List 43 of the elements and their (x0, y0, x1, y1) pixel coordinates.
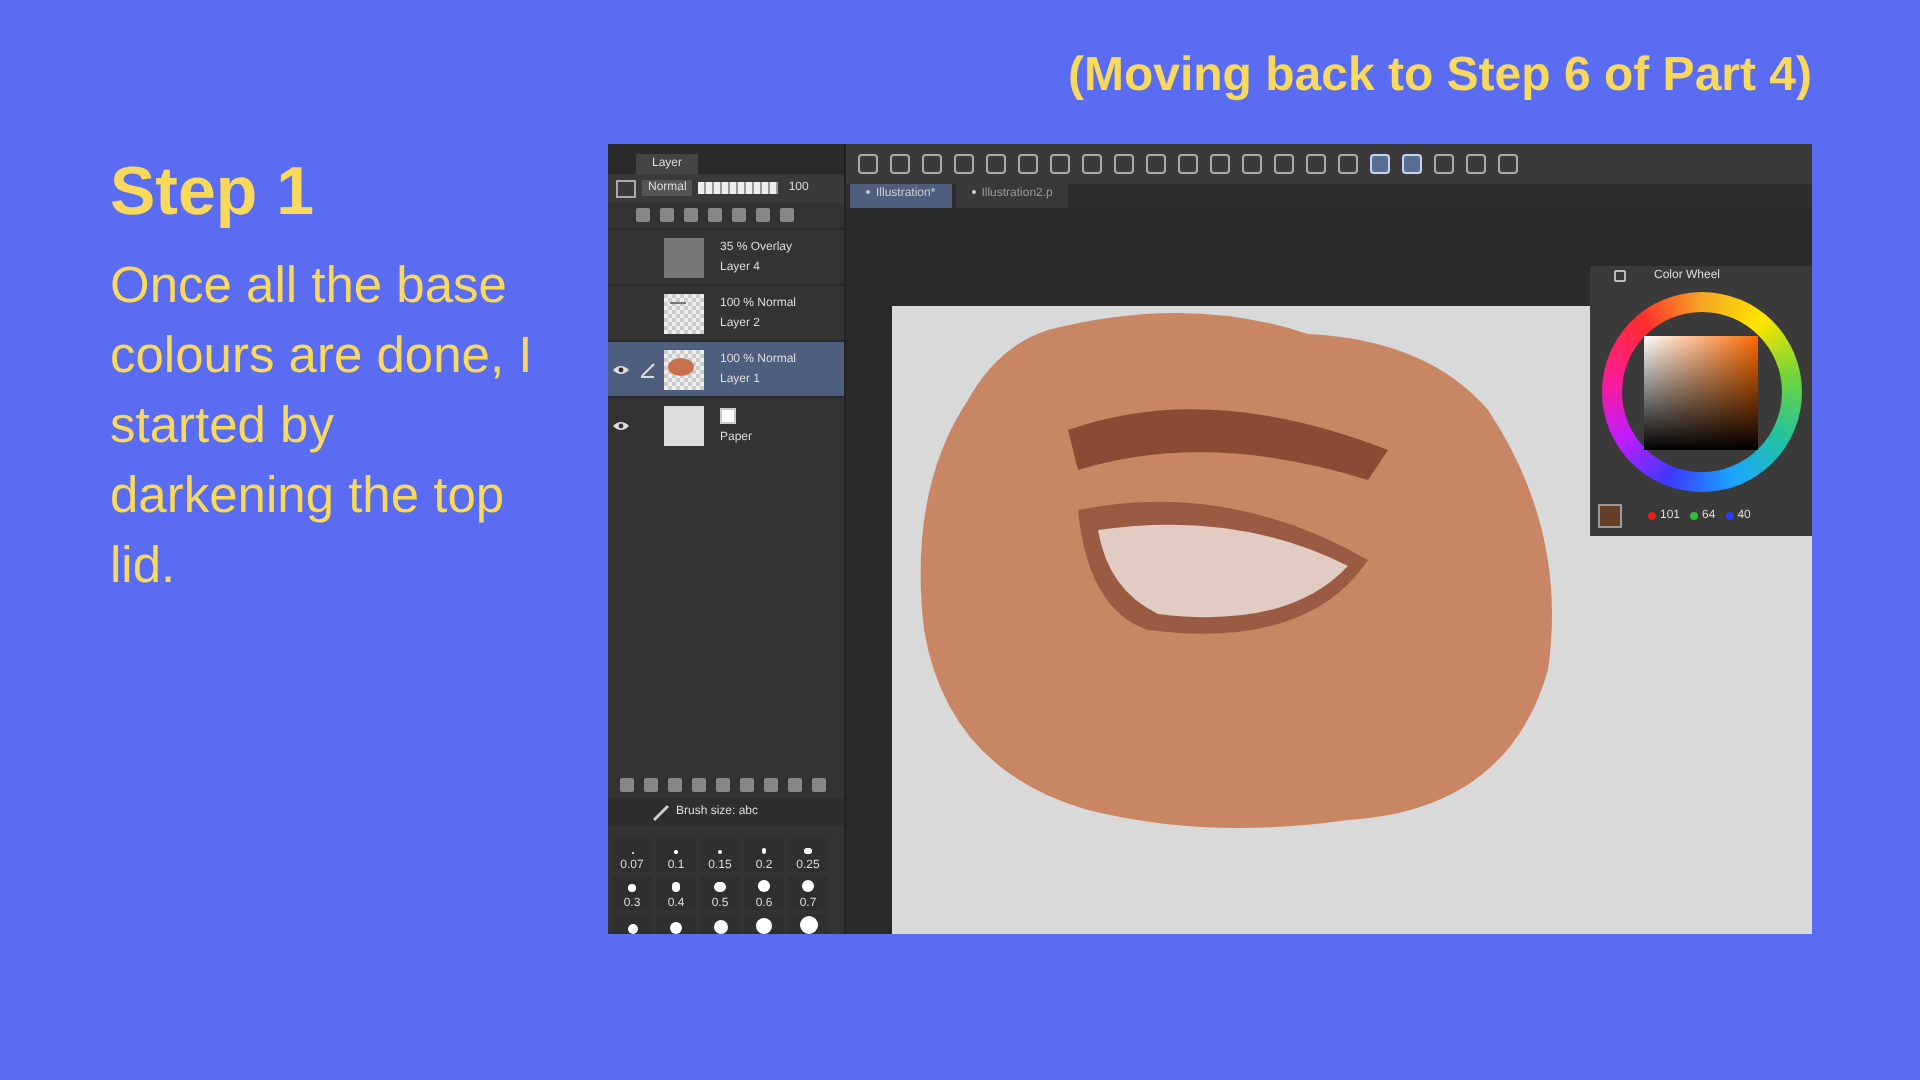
toolbar-tool-icon[interactable] (1210, 154, 1230, 174)
close-icon[interactable] (1614, 270, 1626, 282)
toolbar-tool-icon[interactable] (1018, 154, 1038, 174)
toolbar-tool-icon[interactable] (1242, 154, 1262, 174)
toolbar-tool-icon[interactable] (986, 154, 1006, 174)
toolbar-tool-icon[interactable] (1498, 154, 1518, 174)
toolbar-tool-icon[interactable] (1434, 154, 1454, 174)
pen-icon (640, 361, 656, 377)
saturation-value-square[interactable] (1644, 335, 1758, 449)
brush-dot-icon[interactable] (670, 922, 682, 934)
toolbar-tool-icon[interactable] (1050, 154, 1070, 174)
eye-icon[interactable] (611, 419, 629, 431)
brush-dot-icon[interactable] (799, 916, 817, 934)
brush-dot-icon[interactable] (627, 924, 637, 934)
toolbar-tool-icon[interactable] (1466, 154, 1486, 174)
toolbar-tool-icon[interactable] (1274, 154, 1294, 174)
slide-title: (Moving back to Step 6 of Part 4) (1067, 48, 1812, 104)
paper-icon (720, 407, 736, 423)
square-icon[interactable] (616, 179, 636, 197)
brush-icon (652, 803, 670, 821)
toolbar-tool-icon[interactable] (954, 154, 974, 174)
toolbar-tool-icon[interactable] (922, 154, 942, 174)
toolbar-tool-icon[interactable] (1370, 154, 1390, 174)
eye-icon[interactable] (611, 363, 629, 375)
step-heading: Step 1 (110, 154, 317, 232)
toolbar-tool-icon[interactable] (1338, 154, 1358, 174)
opacity-slider[interactable] (698, 182, 779, 194)
toolbar-tool-icon[interactable] (1306, 154, 1326, 174)
toolbar-tool-icon[interactable] (1178, 154, 1198, 174)
layer-thumbnail (664, 237, 704, 277)
layer-thumbnail (664, 405, 704, 445)
brush-dot-icon[interactable] (713, 920, 727, 934)
toolbar-tool-icon[interactable] (1082, 154, 1102, 174)
brush-dot-icon[interactable] (756, 918, 772, 934)
layer-thumbnail (664, 293, 704, 333)
toolbar-tool-icon[interactable] (1402, 154, 1422, 174)
color-swatch-icon[interactable] (1598, 504, 1622, 528)
step-description: Once all the base colours are done, I started by darkening the top lid. (110, 256, 535, 598)
toolbar-tool-icon[interactable] (858, 154, 878, 174)
toolbar-tool-icon[interactable] (890, 154, 910, 174)
toolbar-tool-icon[interactable] (1114, 154, 1134, 174)
toolbar-tool-icon[interactable] (1146, 154, 1166, 174)
layer-thumbnail (664, 349, 704, 389)
